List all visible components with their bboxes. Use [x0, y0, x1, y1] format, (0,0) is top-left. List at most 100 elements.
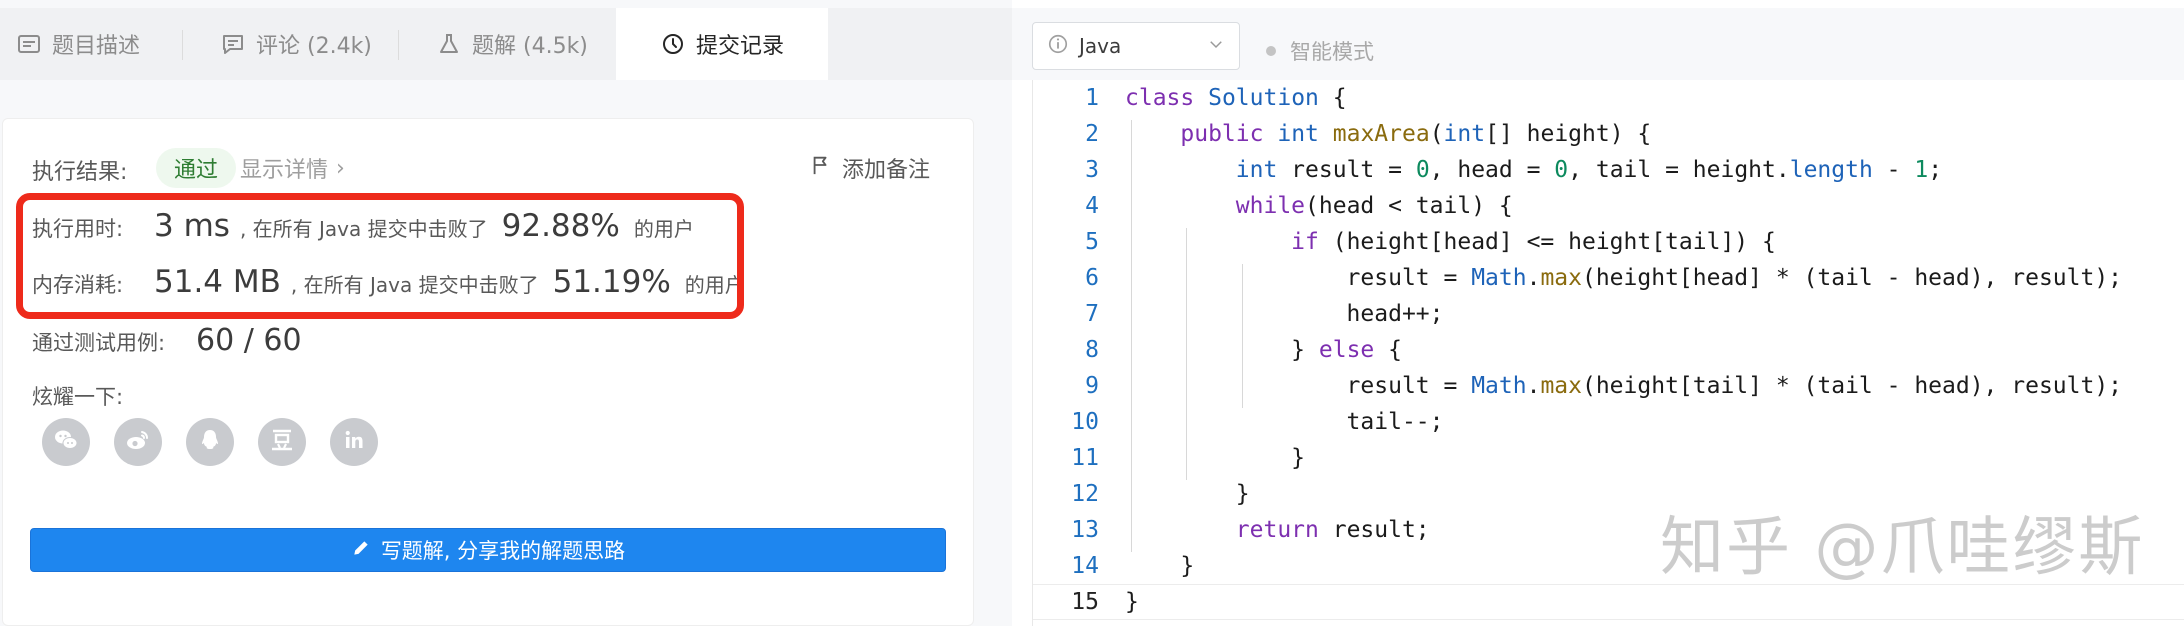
tab-label: 评论 (2.4k): [256, 34, 372, 59]
line-number: 4: [1085, 193, 1099, 219]
code-text: int result = 0, head = 0, tail = height.…: [1125, 157, 1942, 183]
smart-mode-dot: [1266, 46, 1276, 56]
tab-solutions[interactable]: 题解 (4.5k): [436, 8, 616, 80]
code-text: class Solution {: [1125, 85, 1347, 111]
tab-label: 题目描述: [52, 34, 141, 59]
code-token: {: [1374, 337, 1402, 363]
wechat-icon: [52, 426, 80, 458]
code-token: (: [1429, 121, 1444, 147]
tab-divider: [398, 30, 399, 60]
code-text: }: [1125, 445, 1305, 471]
share-douban-button[interactable]: [258, 418, 306, 466]
tab-comments[interactable]: 评论 (2.4k): [220, 8, 400, 80]
code-token: [] height) {: [1485, 121, 1652, 147]
add-note-label: 添加备注: [842, 158, 931, 183]
add-note-button[interactable]: 添加备注: [810, 152, 930, 184]
code-line[interactable]: 3 int result = 0, head = 0, tail = heigh…: [1033, 152, 2184, 188]
code-token: }: [1125, 445, 1306, 471]
code-text: } else {: [1125, 337, 1402, 363]
line-number: 7: [1085, 301, 1099, 327]
code-line[interactable]: 1 class Solution {: [1033, 80, 2184, 116]
code-text: public int maxArea(int[] height) {: [1125, 121, 1651, 147]
douban-icon: [268, 426, 296, 458]
code-token: ;: [1928, 157, 1943, 183]
code-token: {: [1318, 85, 1347, 111]
code-token: maxArea: [1332, 121, 1430, 147]
show-details-link[interactable]: 显示详情 ›: [240, 152, 345, 184]
code-token: Solution: [1208, 85, 1319, 111]
editor-toolbar: Java 智能模式: [1012, 8, 2184, 80]
code-line[interactable]: 9 result = Math.max(height[tail] * (tail…: [1033, 368, 2184, 404]
line-number: 9: [1085, 373, 1099, 399]
write-solution-button[interactable]: 写题解, 分享我的解题思路: [30, 528, 946, 572]
code-token: max: [1540, 265, 1582, 291]
share-wechat-button[interactable]: [42, 418, 90, 466]
watermark: 知乎 @爪哇缪斯: [1660, 511, 2145, 585]
tab-description[interactable]: 题目描述: [16, 8, 176, 80]
tab-label: 题解 (4.5k): [472, 34, 588, 59]
code-token: else: [1318, 337, 1375, 363]
code-token: 0: [1415, 157, 1430, 183]
code-text: return result;: [1125, 517, 1430, 543]
share-qq-button[interactable]: [186, 418, 234, 466]
code-text: }: [1125, 481, 1250, 507]
share-weibo-button[interactable]: [114, 418, 162, 466]
submission-panel: 题目描述 评论 (2.4k) 题解 (4.5k) 提交记录 执行结果: 通过 显…: [0, 0, 1012, 626]
code-line[interactable]: 11 }: [1033, 440, 2184, 476]
code-token: .: [1526, 265, 1541, 291]
smart-mode-toggle[interactable]: 智能模式: [1266, 36, 1374, 66]
line-number: 11: [1071, 445, 1099, 471]
line-number: 13: [1071, 517, 1099, 543]
share-linkedin-button[interactable]: [330, 418, 378, 466]
code-line[interactable]: 10 tail--;: [1033, 404, 2184, 440]
code-line[interactable]: 15}: [1033, 584, 2184, 620]
indent-guide: [1131, 120, 1132, 552]
details-label: 显示详情: [240, 158, 329, 183]
code-token: Math: [1471, 373, 1527, 399]
code-token: max: [1540, 373, 1582, 399]
info-icon: [1047, 33, 1069, 60]
code-token: (head < tail) {: [1305, 193, 1513, 219]
tests-value: 60 / 60: [196, 323, 302, 358]
code-token: }: [1125, 589, 1139, 615]
code-line[interactable]: 2 public int maxArea(int[] height) {: [1033, 116, 2184, 152]
code-token: }: [1125, 481, 1250, 507]
code-token: result;: [1318, 517, 1430, 543]
code-token: }: [1125, 553, 1195, 579]
code-line[interactable]: 5 if (height[head] <= height[tail]) {: [1033, 224, 2184, 260]
code-token: if: [1291, 229, 1319, 255]
line-number: 12: [1071, 481, 1099, 507]
weibo-icon: [124, 426, 152, 458]
code-token: -: [1872, 157, 1915, 183]
code-text: while(head < tail) {: [1125, 193, 1513, 219]
chevron-down-icon: [1207, 34, 1225, 58]
language-label: Java: [1079, 34, 1122, 58]
code-token: 0: [1554, 157, 1569, 183]
chevron-right-icon: ›: [336, 155, 345, 181]
code-line[interactable]: 4 while(head < tail) {: [1033, 188, 2184, 224]
result-label: 执行结果:: [32, 160, 128, 185]
code-line[interactable]: 6 result = Math.max(height[head] * (tail…: [1033, 260, 2184, 296]
line-number: 6: [1085, 265, 1099, 291]
code-token: class: [1125, 85, 1195, 111]
qq-icon: [196, 426, 224, 458]
code-token: length: [1789, 157, 1873, 183]
clock-icon: [660, 31, 686, 57]
line-number: 8: [1085, 337, 1099, 363]
code-token: tail--;: [1125, 409, 1444, 435]
code-line[interactable]: 8 } else {: [1033, 332, 2184, 368]
linkedin-icon: [340, 426, 368, 458]
tab-submissions[interactable]: 提交记录: [616, 8, 828, 80]
line-number: 10: [1071, 409, 1099, 435]
code-token: , tail = height.: [1568, 157, 1790, 183]
language-select[interactable]: Java: [1032, 22, 1240, 70]
code-line[interactable]: 7 head++;: [1033, 296, 2184, 332]
code-token: , head =: [1429, 157, 1555, 183]
line-number: 15: [1071, 589, 1099, 615]
code-token: .: [1526, 373, 1541, 399]
code-token: int: [1235, 157, 1278, 183]
